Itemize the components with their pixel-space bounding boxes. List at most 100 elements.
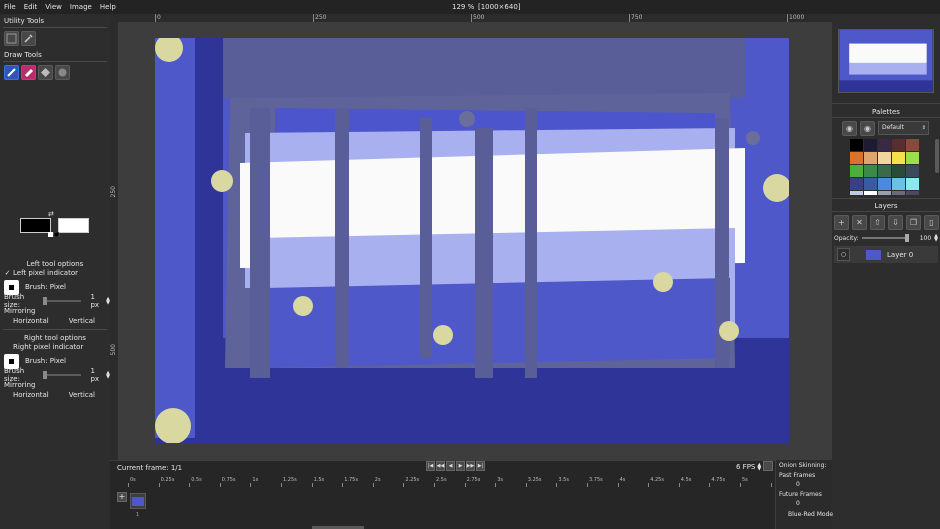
edit-palette-button[interactable]: ◉	[860, 121, 875, 136]
palette-swatch[interactable]	[906, 139, 919, 151]
vertical-ruler[interactable]: 250 500	[110, 22, 118, 460]
frame-thumbnail[interactable]	[130, 493, 146, 509]
menu-image[interactable]: Image	[66, 3, 96, 11]
blue-red-mode-checkbox[interactable]: Blue-Red Mode	[788, 511, 833, 518]
time-label: 0.75s	[221, 477, 236, 483]
right-color-swatch[interactable]	[58, 218, 89, 233]
ruler-tick	[787, 14, 788, 22]
rect-select-icon	[6, 33, 17, 44]
ruler-tick	[471, 14, 472, 22]
add-palette-button[interactable]: ◉	[842, 121, 857, 136]
palette-scrollbar[interactable]	[935, 139, 939, 173]
rect-select-button[interactable]	[4, 31, 19, 46]
add-layer-button[interactable]: +	[834, 215, 849, 230]
past-frames-spinbox[interactable]: 0	[796, 481, 800, 488]
divider	[832, 103, 940, 104]
right-brush-size-spinbox[interactable]: 1 px ▲ ▼	[90, 367, 110, 383]
previous-frame-button[interactable]: ◀◀	[436, 461, 445, 471]
step-back-icon: ◀◀	[436, 463, 445, 469]
left-brush-size-spinbox[interactable]: 1 px ▲ ▼	[90, 293, 110, 309]
ruler-label: 250	[110, 186, 117, 198]
slider-knob[interactable]	[42, 297, 47, 305]
palette-swatch[interactable]	[878, 178, 891, 190]
palette-swatch[interactable]	[878, 165, 891, 177]
next-frame-button[interactable]: ▶▶	[466, 461, 475, 471]
future-frames-spinbox[interactable]: 0	[796, 500, 800, 507]
palette-swatch[interactable]	[850, 191, 863, 195]
palette-swatch[interactable]	[892, 152, 905, 164]
palette-swatch[interactable]	[906, 191, 919, 195]
palette-swatch[interactable]	[878, 191, 891, 195]
menu-view[interactable]: View	[41, 3, 66, 11]
play-button[interactable]: ▶	[456, 461, 465, 471]
spin-arrows-icon[interactable]: ▲ ▼	[934, 234, 938, 243]
pixel-art-canvas[interactable]	[155, 38, 789, 443]
palette-swatch[interactable]	[850, 178, 863, 190]
last-frame-button[interactable]: ▶|	[476, 461, 485, 471]
palette-swatch[interactable]	[864, 139, 877, 151]
right-brush-label: Brush: Pixel	[25, 357, 66, 365]
merge-layer-button[interactable]: ▯	[924, 215, 939, 230]
palette-swatch[interactable]	[850, 152, 863, 164]
canvas-preview[interactable]	[838, 29, 934, 93]
opacity-slider[interactable]	[861, 234, 909, 242]
move-layer-up-button[interactable]: ⇧	[870, 215, 885, 230]
palette-swatch[interactable]	[892, 178, 905, 190]
pencil-button[interactable]	[4, 65, 19, 80]
clone-layer-button[interactable]: ❐	[906, 215, 921, 230]
right-mirror-vertical[interactable]: Vertical	[69, 390, 95, 400]
fps-spinbox[interactable]: 6 FPS ▲ ▼	[736, 463, 761, 472]
first-frame-button[interactable]: |◀	[426, 461, 435, 471]
move-layer-down-button[interactable]: ⇩	[888, 215, 903, 230]
color-picker-button[interactable]	[21, 31, 36, 46]
left-mirror-horizontal[interactable]: Horizontal	[13, 316, 49, 326]
reset-colors-icon[interactable]	[48, 232, 60, 237]
palette-swatch[interactable]	[878, 152, 891, 164]
spin-arrows-icon[interactable]: ▲ ▼	[757, 463, 761, 472]
palette-swatch[interactable]	[850, 165, 863, 177]
layer-item[interactable]: ○ Layer 0	[834, 246, 938, 263]
lighten-darken-button[interactable]	[55, 65, 70, 80]
menu-file[interactable]: File	[0, 3, 20, 11]
palette-swatch[interactable]	[864, 178, 877, 190]
eyedropper-icon	[24, 34, 33, 43]
palette-swatch[interactable]	[878, 139, 891, 151]
swap-colors-icon[interactable]: ⇄	[48, 210, 54, 218]
divider	[832, 198, 940, 199]
slider-knob[interactable]	[42, 371, 47, 379]
layer-visibility-button[interactable]: ○	[837, 248, 850, 261]
time-tick	[770, 483, 772, 487]
left-color-swatch[interactable]	[20, 218, 51, 233]
left-brush-size-value: 1 px	[90, 293, 100, 309]
utility-tools-title: Utility Tools	[4, 17, 45, 25]
palette-swatch[interactable]	[864, 165, 877, 177]
palette-swatch[interactable]	[906, 165, 919, 177]
time-tick	[311, 483, 313, 487]
palette-swatch[interactable]	[864, 191, 877, 195]
palette-swatch[interactable]	[892, 191, 905, 195]
right-pixel-indicator-checkbox[interactable]: Right pixel indicator	[0, 342, 110, 352]
play-backwards-button[interactable]: ◀	[446, 461, 455, 471]
right-brush-size-slider[interactable]	[42, 371, 82, 379]
palette-swatch[interactable]	[892, 165, 905, 177]
menu-help[interactable]: Help	[96, 3, 120, 11]
horizontal-ruler[interactable]: 0 250 500 750 1000	[110, 14, 832, 22]
add-frame-button[interactable]: +	[117, 492, 127, 502]
palette-swatch[interactable]	[906, 152, 919, 164]
palette-swatch[interactable]	[864, 152, 877, 164]
right-mirror-horizontal[interactable]: Horizontal	[13, 390, 49, 400]
left-brush-size-slider[interactable]	[42, 297, 82, 305]
bucket-button[interactable]	[38, 65, 53, 80]
palette-dropdown[interactable]: Default ⇕	[878, 121, 929, 135]
menu-edit[interactable]: Edit	[20, 3, 42, 11]
palette-swatch[interactable]	[850, 139, 863, 151]
time-label: 2.5s	[436, 477, 447, 483]
left-mirror-vertical[interactable]: Vertical	[69, 316, 95, 326]
left-pixel-indicator-checkbox[interactable]: ✓ Left pixel indicator	[0, 268, 110, 278]
slider-knob[interactable]	[904, 234, 909, 242]
remove-layer-button[interactable]: ✕	[852, 215, 867, 230]
eraser-button[interactable]	[21, 65, 36, 80]
loop-button[interactable]	[763, 461, 773, 471]
palette-swatch[interactable]	[906, 178, 919, 190]
palette-swatch[interactable]	[892, 139, 905, 151]
